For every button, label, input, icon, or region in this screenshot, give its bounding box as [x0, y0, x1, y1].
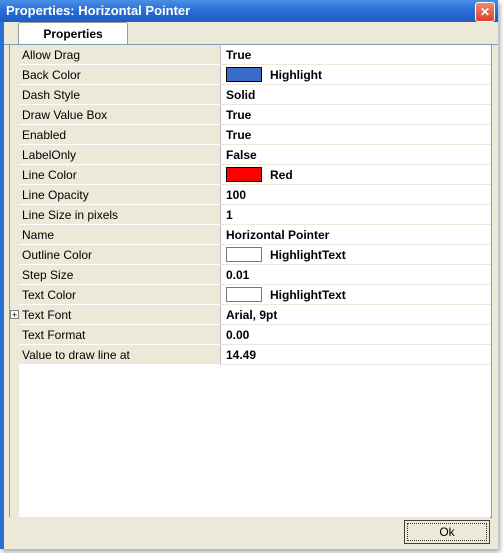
window-border — [0, 22, 4, 549]
tab-strip: Properties — [4, 22, 498, 45]
property-value[interactable]: Highlight — [221, 65, 491, 85]
close-button[interactable]: ✕ — [475, 2, 495, 22]
property-name[interactable]: Outline Color — [19, 245, 221, 265]
property-row[interactable]: Outline Color HighlightText — [10, 245, 491, 266]
property-row[interactable]: Line Color Red — [10, 165, 491, 186]
color-swatch — [226, 247, 262, 263]
property-value-text: True — [226, 128, 252, 142]
property-row[interactable]: LabelOnly False — [10, 145, 491, 166]
property-value-text: True — [226, 108, 252, 122]
property-row[interactable]: Enabled True — [10, 125, 491, 146]
expand-plus-icon[interactable]: + — [10, 310, 19, 320]
property-value[interactable]: Red — [221, 165, 491, 185]
property-value-text: 0.00 — [226, 328, 250, 342]
property-value-text: 100 — [226, 188, 247, 202]
property-value-text: 0.01 — [226, 268, 250, 282]
property-value-text: True — [226, 48, 252, 62]
property-value[interactable]: Solid — [221, 85, 491, 105]
property-value-text: Arial, 9pt — [226, 308, 278, 322]
property-value[interactable]: 14.49 — [221, 345, 491, 365]
color-swatch — [226, 287, 262, 303]
property-value[interactable]: HighlightText — [221, 285, 491, 305]
property-name[interactable]: Text Format — [19, 325, 221, 345]
property-value[interactable]: 0.01 — [221, 265, 491, 285]
property-row[interactable]: Dash Style Solid — [10, 85, 491, 106]
property-name[interactable]: Draw Value Box — [19, 105, 221, 125]
title-bar[interactable]: Properties: Horizontal Pointer ✕ — [0, 0, 498, 22]
property-name[interactable]: Value to draw line at — [19, 345, 221, 365]
property-value-text: Horizontal Pointer — [226, 228, 330, 242]
property-row[interactable]: Back Color Highlight — [10, 65, 491, 86]
property-value-text: HighlightText — [270, 288, 346, 302]
property-row[interactable]: + Text Font Arial, 9pt — [10, 305, 491, 326]
property-value-text: 1 — [226, 208, 233, 222]
property-value[interactable]: True — [221, 125, 491, 145]
ok-button[interactable]: Ok — [404, 520, 490, 544]
property-name[interactable]: Step Size — [19, 265, 221, 285]
property-name[interactable]: Enabled — [19, 125, 221, 145]
window-title: Properties: Horizontal Pointer — [6, 3, 191, 18]
property-value-text: 14.49 — [226, 348, 257, 362]
property-value[interactable]: True — [221, 45, 491, 65]
property-row[interactable]: Step Size 0.01 — [10, 265, 491, 286]
property-row[interactable]: Name Horizontal Pointer — [10, 225, 491, 246]
property-grid[interactable]: Allow Drag True Back Color Highlight Dash St… — [9, 44, 492, 518]
property-value[interactable]: 100 — [221, 185, 491, 205]
property-name[interactable]: LabelOnly — [19, 145, 221, 165]
color-swatch — [226, 167, 262, 183]
property-value-text: HighlightText — [270, 248, 346, 262]
property-row[interactable]: Line Size in pixels 1 — [10, 205, 491, 226]
property-name[interactable]: Text Font — [19, 305, 221, 325]
property-row[interactable]: Line Opacity 100 — [10, 185, 491, 206]
property-name[interactable]: Dash Style — [19, 85, 221, 105]
property-value-text: False — [226, 148, 257, 162]
property-value[interactable]: 1 — [221, 205, 491, 225]
property-name[interactable]: Back Color — [19, 65, 221, 85]
property-value[interactable]: Arial, 9pt — [221, 305, 491, 325]
property-value-text: Solid — [226, 88, 256, 102]
property-value-text: Highlight — [270, 68, 322, 82]
property-name[interactable]: Line Color — [19, 165, 221, 185]
property-value[interactable]: False — [221, 145, 491, 165]
color-swatch — [226, 67, 262, 83]
property-value[interactable]: 0.00 — [221, 325, 491, 345]
property-row[interactable]: Value to draw line at 14.49 — [10, 345, 491, 366]
property-name[interactable]: Name — [19, 225, 221, 245]
property-value-text: Red — [270, 168, 293, 182]
property-value[interactable]: Horizontal Pointer — [221, 225, 491, 245]
property-value[interactable]: HighlightText — [221, 245, 491, 265]
properties-dialog: Properties: Horizontal Pointer ✕ Propert… — [0, 0, 498, 549]
property-row[interactable]: Text Color HighlightText — [10, 285, 491, 306]
property-name[interactable]: Line Size in pixels — [19, 205, 221, 225]
tab-properties[interactable]: Properties — [7, 22, 128, 45]
property-row[interactable]: Allow Drag True — [10, 45, 491, 66]
property-value[interactable]: True — [221, 105, 491, 125]
property-name[interactable]: Line Opacity — [19, 185, 221, 205]
property-name[interactable]: Text Color — [19, 285, 221, 305]
property-row[interactable]: Draw Value Box True — [10, 105, 491, 126]
property-name[interactable]: Allow Drag — [19, 45, 221, 65]
property-row[interactable]: Text Format 0.00 — [10, 325, 491, 346]
